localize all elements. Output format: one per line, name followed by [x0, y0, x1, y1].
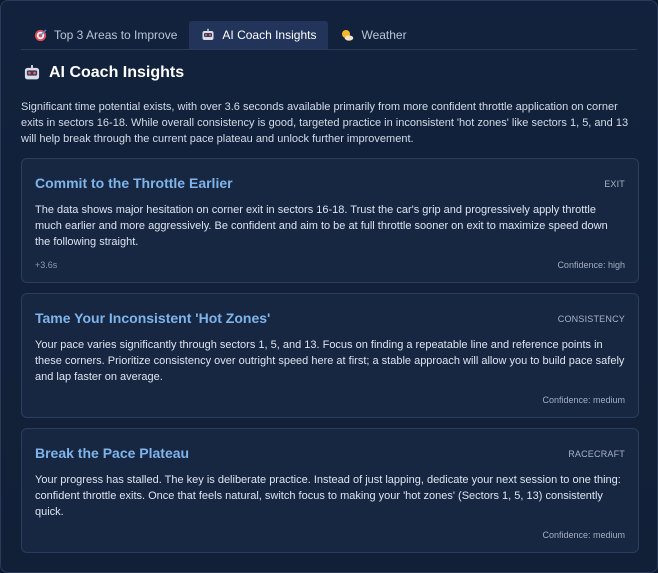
insight-body: Your pace varies significantly through s… — [35, 339, 625, 383]
coach-panel: Top 3 Areas to Improve AI Coach Insights — [0, 0, 658, 573]
page-title: AI Coach Insights — [23, 64, 184, 82]
tab-weather[interactable]: Weather — [328, 21, 418, 49]
summary-text: Significant time potential exists, with … — [21, 101, 629, 145]
tab-ai-coach-insights[interactable]: AI Coach Insights — [189, 21, 329, 49]
insight-category: CONSISTENCY — [557, 314, 625, 324]
insight-title: Tame Your Inconsistent 'Hot Zones' — [35, 310, 271, 326]
robot-icon — [23, 64, 41, 82]
sun-cloud-icon — [340, 28, 354, 42]
confidence-label: Confidence: medium — [542, 530, 625, 540]
insight-category: RACECRAFT — [568, 449, 625, 459]
insight-body: Your progress has stalled. The key is de… — [35, 474, 621, 518]
insight-body: The data shows major hesitation on corne… — [35, 204, 608, 248]
robot-icon — [201, 28, 215, 42]
tab-label: Weather — [361, 28, 407, 42]
tab-label: AI Coach Insights — [222, 28, 317, 42]
insight-title: Break the Pace Plateau — [35, 445, 190, 461]
page-title-text: AI Coach Insights — [49, 64, 185, 81]
tab-label: Top 3 Areas to Improve — [54, 28, 178, 42]
confidence-label: Confidence: high — [557, 260, 625, 270]
tab-top-3-areas[interactable]: Top 3 Areas to Improve — [21, 21, 189, 49]
insight-title: Commit to the Throttle Earlier — [35, 175, 233, 191]
tab-bar: Top 3 Areas to Improve AI Coach Insights — [21, 21, 637, 50]
insight-card: Break the Pace Plateau RACECRAFT Your pr… — [21, 428, 639, 553]
time-gain: +3.6s — [35, 260, 58, 270]
target-icon — [33, 28, 47, 42]
insight-category: EXIT — [604, 179, 625, 189]
insight-card: Commit to the Throttle Earlier EXIT The … — [21, 158, 639, 283]
confidence-label: Confidence: medium — [542, 395, 625, 405]
insight-card: Tame Your Inconsistent 'Hot Zones' CONSI… — [21, 293, 639, 418]
